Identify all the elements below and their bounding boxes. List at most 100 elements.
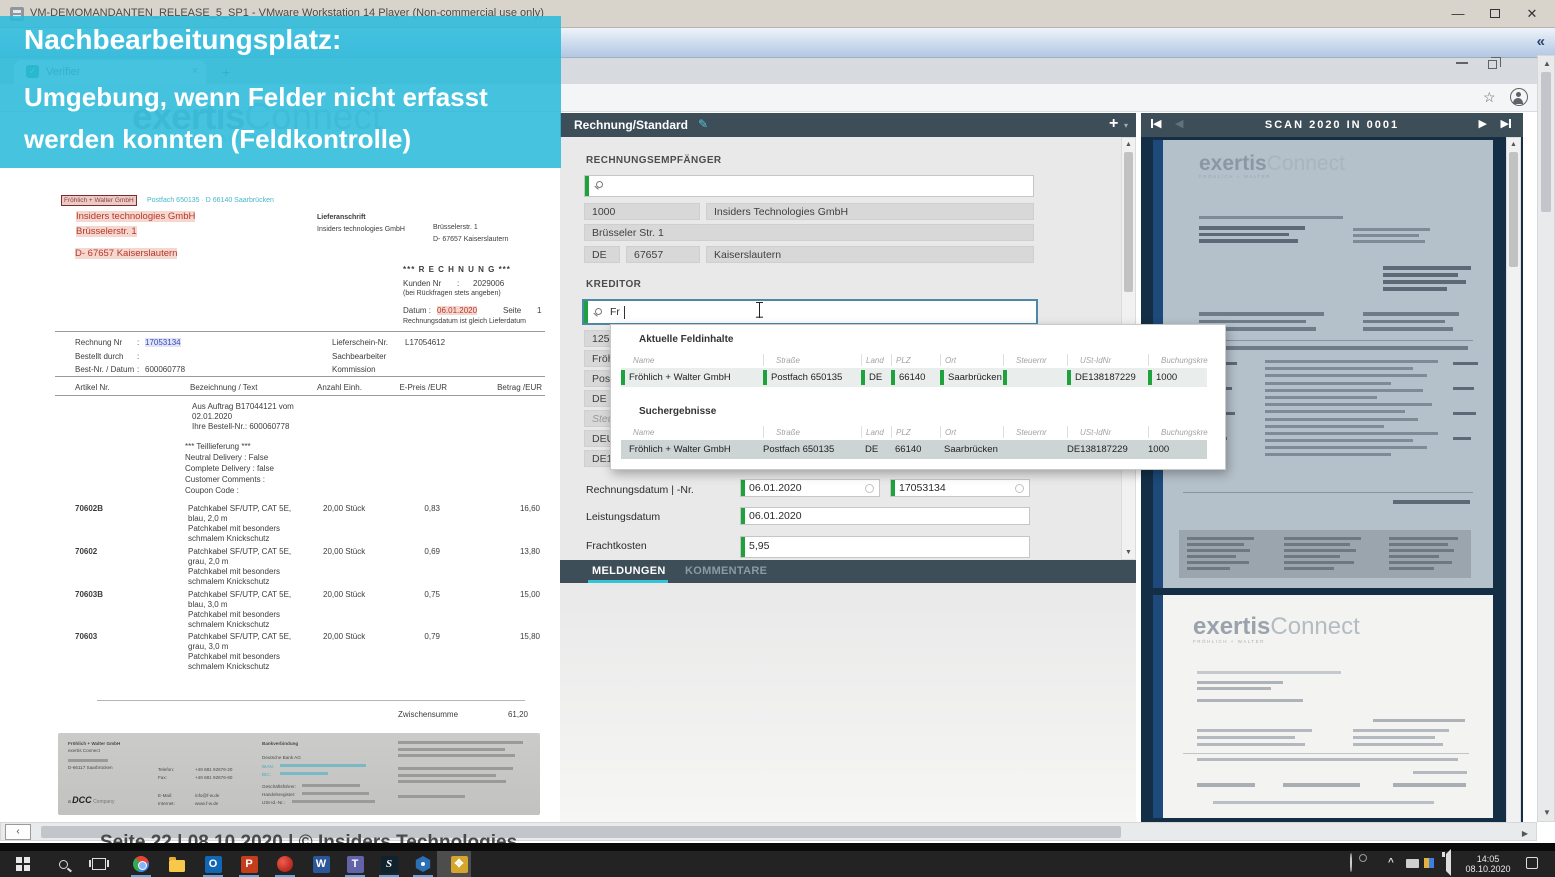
scan-scrollbar[interactable]: ▲ [1506, 137, 1521, 841]
thumbnail-text-lines [1283, 783, 1363, 790]
tab-meldungen[interactable]: MELDUNGEN [592, 565, 666, 577]
tray-color-icon[interactable] [1424, 858, 1434, 868]
blurred-line [1265, 396, 1377, 399]
delivery-note: Customer Comments : [185, 475, 265, 484]
item-number: 70602B [75, 504, 103, 513]
empfaenger-name-field[interactable]: Insiders Technologies GmbH [706, 203, 1034, 220]
footer-label: E-Mail: [158, 793, 172, 798]
scan-panel: ◀ ◀ SCAN 2020 IN 0001 ▶ ▶ exertisConnect… [1141, 113, 1523, 841]
clear-field-icon[interactable] [1015, 484, 1024, 493]
invoice-footer: Fröhlich + Walter GmbH exertis Connect D… [58, 733, 540, 815]
scroll-thumb[interactable] [1124, 152, 1133, 292]
maximize-button[interactable] [1487, 6, 1503, 22]
taskbar-word-icon[interactable]: W [306, 854, 336, 874]
thumbnail-text-lines [1213, 801, 1443, 807]
scroll-up-icon[interactable]: ▲ [1122, 141, 1135, 148]
empfaenger-zip: 67657 [634, 249, 663, 261]
taskbar-chrome-icon[interactable] [126, 854, 156, 874]
tray-keyboard-icon[interactable] [1406, 859, 1419, 868]
empfaenger-street-field[interactable]: Brüsseler Str. 1 [584, 224, 1034, 241]
add-field-button[interactable]: + [1109, 115, 1118, 133]
start-button[interactable] [8, 854, 38, 874]
edit-pencil-icon[interactable]: ✎ [698, 117, 708, 131]
item-desc: schmalem Knickschutz [188, 577, 269, 586]
kreditor-search-input[interactable]: Fr [582, 299, 1038, 325]
close-button[interactable]: ✕ [1524, 6, 1540, 22]
empfaenger-country: DE [592, 249, 607, 261]
item-price: 0,83 [395, 504, 440, 513]
thumbnail-text-lines [1187, 537, 1257, 573]
popup-current-row[interactable]: Fröhlich + Walter GmbH Postfach 650135 D… [621, 368, 1207, 387]
taskbar-explorer-icon[interactable] [162, 854, 192, 874]
thumbnail-text-lines [1389, 537, 1461, 573]
scroll-thumb[interactable] [1541, 72, 1551, 212]
task-view-button[interactable] [84, 854, 114, 874]
scroll-thumb[interactable] [1509, 152, 1518, 267]
empfaenger-code-field[interactable]: 1000 [584, 203, 700, 220]
browser-minimize-icon[interactable] [1456, 62, 1468, 64]
browser-vscrollbar[interactable]: ▲ ▼ [1537, 55, 1555, 822]
browser-restore-icon[interactable] [1488, 60, 1497, 69]
footer-label: Handelsregister: [262, 792, 295, 797]
cell-buchungskreis: 1000 [1148, 444, 1169, 455]
search-button[interactable] [48, 854, 78, 874]
cell-buchungskreis: 1000 [1156, 372, 1177, 383]
taskbar-powerpoint-icon[interactable]: P [234, 854, 264, 874]
item-desc: Patchkabel SF/UTP, CAT 5E, [188, 504, 291, 513]
blurred-line [398, 741, 523, 744]
kreditor-search-popup: Aktuelle Feldinhalte Name Straße Land PL… [610, 324, 1226, 470]
item-desc: schmalem Knickschutz [188, 662, 269, 671]
item-desc: Patchkabel SF/UTP, CAT 5E, [188, 590, 291, 599]
bookmark-star-icon[interactable]: ☆ [1483, 89, 1496, 106]
minimize-button[interactable]: — [1450, 6, 1466, 22]
tab-kommentare[interactable]: KOMMENTARE [685, 565, 767, 577]
last-page-icon[interactable]: ▶ [1501, 117, 1511, 130]
clear-field-icon[interactable] [865, 484, 874, 493]
next-page-icon[interactable]: ▶ [1479, 117, 1487, 130]
tray-speaker-icon[interactable] [1446, 849, 1451, 876]
scroll-down-icon[interactable]: ▼ [1122, 549, 1135, 556]
add-dropdown-icon[interactable]: ▾ [1124, 121, 1128, 130]
invoice-date-input[interactable]: 06.01.2020 [740, 479, 880, 497]
leistungsdatum-value: 06.01.2020 [749, 510, 802, 522]
invoice-nr-input[interactable]: 17053134 [890, 479, 1030, 497]
scroll-right-icon[interactable]: ▶ [1522, 829, 1528, 838]
leistungsdatum-input[interactable]: 06.01.2020 [740, 507, 1030, 525]
scroll-left-button[interactable]: ‹ [5, 824, 31, 840]
taskbar-teams-icon[interactable]: T [340, 854, 370, 874]
action-center-icon[interactable] [1526, 857, 1538, 869]
toolbar-collapse-icon[interactable]: « [1537, 33, 1545, 50]
section-empfaenger-label: RECHNUNGSEMPFÄNGER [586, 155, 722, 166]
blurred-line [1389, 561, 1452, 564]
tray-people-icon[interactable] [1350, 853, 1352, 872]
item-total: 15,00 [495, 590, 540, 599]
tray-chevron-up-icon[interactable]: ^ [1388, 857, 1394, 868]
logo-bold: exertis [1193, 613, 1270, 640]
empfaenger-zip-field[interactable]: 67657 [626, 246, 700, 263]
empfaenger-city-field[interactable]: Kaiserslautern [706, 246, 1034, 263]
empfaenger-street: Brüsseler Str. 1 [592, 227, 664, 239]
col-ort: Ort [941, 428, 956, 437]
popup-result-row-selected[interactable]: Fröhlich + Walter GmbH Postfach 650135 D… [621, 440, 1207, 459]
document-pane[interactable]: Fröhlich + Walter GmbH Postfach 650135 ·… [45, 112, 550, 822]
taskbar-s-app-icon[interactable]: S [374, 854, 404, 874]
col-ustidnr: USt-IdNr [1068, 356, 1111, 365]
profile-avatar-icon[interactable] [1510, 88, 1528, 106]
empfaenger-search-input[interactable] [584, 175, 1034, 197]
frachtkosten-input[interactable]: 5,95 [740, 536, 1030, 558]
blurred-line [1389, 543, 1448, 546]
taskbar-hexagon-app-icon[interactable] [408, 854, 438, 874]
taskbar-red-app-icon[interactable] [270, 854, 300, 874]
form-panel-header: Rechnung/Standard ✎ + ▾ [560, 113, 1136, 137]
taskbar-outlook-icon[interactable]: O [198, 854, 228, 874]
field-status-bar [585, 176, 589, 196]
scroll-down-icon[interactable]: ▼ [1543, 808, 1551, 817]
empfaenger-country-field[interactable]: DE [584, 246, 620, 263]
tray-clock[interactable]: 14:05 08.10.2020 [1462, 854, 1514, 874]
scroll-up-icon[interactable]: ▲ [1543, 59, 1551, 68]
scan-thumbnail-page2[interactable]: exertisConnect FRÖHLICH + WALTER [1153, 595, 1493, 818]
scroll-up-icon[interactable]: ▲ [1507, 141, 1520, 148]
taskbar-active-app-icon[interactable]: ✥ [444, 854, 474, 874]
meta-value: L17054612 [405, 338, 445, 347]
customer-no-value: 2029006 [473, 279, 504, 288]
